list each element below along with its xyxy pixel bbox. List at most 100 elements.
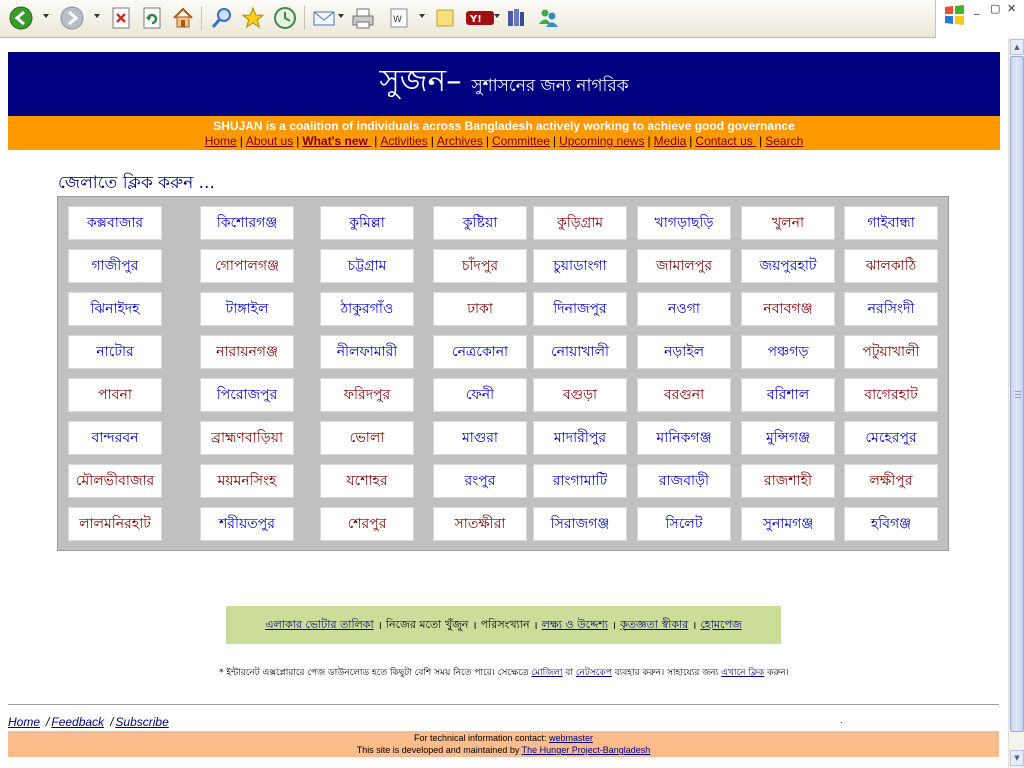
edit-button[interactable]: W — [386, 5, 412, 31]
nav-link-upcoming-news[interactable]: Upcoming news — [559, 134, 644, 148]
district-link[interactable]: বান্দরবন — [68, 421, 162, 455]
district-link[interactable]: চুয়াডাংগা — [533, 249, 627, 283]
district-link[interactable]: রাংগামাটি — [533, 464, 627, 498]
district-link[interactable]: নাটোর — [68, 335, 162, 369]
home-button[interactable] — [170, 5, 196, 31]
district-link[interactable]: শেরপুর — [320, 507, 414, 541]
district-link[interactable]: চট্টগ্রাম — [320, 249, 414, 283]
district-link[interactable]: বরগুনা — [637, 378, 731, 412]
bottom-link-subscribe[interactable]: Subscribe — [115, 715, 168, 729]
edit-dropdown-icon[interactable] — [419, 14, 425, 18]
footer-link-5[interactable]: হোমপেজ — [700, 616, 741, 635]
notes-button[interactable] — [432, 5, 458, 31]
district-link[interactable]: মুন্সিগঞ্জ — [741, 421, 835, 455]
district-link[interactable]: জয়পুরহাট — [741, 249, 835, 283]
district-link[interactable]: দিনাজপুর — [533, 292, 627, 326]
back-dropdown-icon[interactable] — [43, 14, 49, 18]
bottom-link-home[interactable]: Home — [8, 715, 40, 729]
print-button[interactable] — [350, 5, 376, 31]
district-link[interactable]: যশোহর — [320, 464, 414, 498]
district-link[interactable]: লক্ষীপুর — [844, 464, 938, 498]
mail-button[interactable] — [311, 5, 337, 31]
nav-link-media[interactable]: Media — [654, 134, 687, 148]
district-link[interactable]: পঞ্চগড় — [741, 335, 835, 369]
district-link[interactable]: গাইবান্ধা — [844, 206, 938, 240]
nav-link-what-s-new[interactable]: What's new — [302, 134, 371, 148]
district-link[interactable]: পাবনা — [68, 378, 162, 412]
footer-link-3[interactable]: লক্ষ্য ও উদ্দেশ্য — [542, 616, 608, 635]
district-link[interactable]: নোয়াখালী — [533, 335, 627, 369]
yahoo-dropdown-icon[interactable] — [494, 14, 500, 18]
district-link[interactable]: গোপালগঞ্জ — [200, 249, 294, 283]
district-link[interactable]: গাজীপুর — [68, 249, 162, 283]
bottom-link-feedback[interactable]: Feedback — [51, 715, 104, 729]
district-link[interactable]: টাঙ্গাইল — [200, 292, 294, 326]
district-link[interactable]: সাতক্ষীরা — [433, 507, 527, 541]
back-button[interactable] — [8, 5, 34, 31]
close-window-icon[interactable]: ✕ — [1007, 2, 1016, 15]
district-link[interactable]: হবিগঞ্জ — [844, 507, 938, 541]
minimize-window-icon[interactable]: _ — [974, 2, 980, 15]
district-link[interactable]: ঢাকা — [433, 292, 527, 326]
district-link[interactable]: মানিকগঞ্জ — [637, 421, 731, 455]
district-link[interactable]: বগুড়া — [533, 378, 627, 412]
district-link[interactable]: নীলফামারী — [320, 335, 414, 369]
district-link[interactable]: খুলনা — [741, 206, 835, 240]
district-link[interactable]: মাদারীপুর — [533, 421, 627, 455]
search-button[interactable] — [209, 5, 235, 31]
district-link[interactable]: ফরিদপুর — [320, 378, 414, 412]
district-link[interactable]: লালমনিরহাট — [68, 507, 162, 541]
district-link[interactable]: ফেনী — [433, 378, 527, 412]
yahoo-button[interactable]: Y! — [465, 5, 495, 31]
scroll-up-icon[interactable]: ▲ — [1010, 39, 1024, 55]
footer-link-4[interactable]: কৃতজ্ঞতা স্বীকার — [620, 616, 688, 635]
vertical-scrollbar[interactable]: ▲ ▼ — [1008, 38, 1024, 768]
district-link[interactable]: রংপুর — [433, 464, 527, 498]
restore-window-icon[interactable]: ▢ — [990, 2, 1000, 15]
district-link[interactable]: বাগেরহাট — [844, 378, 938, 412]
district-link[interactable]: শরীয়তপুর — [200, 507, 294, 541]
district-link[interactable]: মেহেরপুর — [844, 421, 938, 455]
nav-link-activities[interactable]: Activities — [380, 134, 427, 148]
district-link[interactable]: রাজশাহী — [741, 464, 835, 498]
district-link[interactable]: নারায়নগঞ্জ — [200, 335, 294, 369]
district-link[interactable]: মৌলভীবাজার — [68, 464, 162, 498]
district-link[interactable]: কুড়িগ্রাম — [533, 206, 627, 240]
nav-link-home[interactable]: Home — [205, 134, 237, 148]
district-link[interactable]: জামালপুর — [637, 249, 731, 283]
district-link[interactable]: সিরাজগঞ্জ — [533, 507, 627, 541]
mail-dropdown-icon[interactable] — [338, 14, 344, 18]
history-button[interactable] — [272, 5, 298, 31]
district-link[interactable]: কিশোরগঞ্জ — [200, 206, 294, 240]
help-link[interactable]: এখানে ক্লিক — [721, 668, 764, 678]
district-link[interactable]: কুমিল্লা — [320, 206, 414, 240]
favorites-button[interactable] — [240, 5, 266, 31]
district-link[interactable]: ঝিনাইদহ — [68, 292, 162, 326]
nav-link-contact-us[interactable]: Contact us — [695, 134, 756, 148]
district-link[interactable]: ব্রাহ্মণবাড়িয়া — [200, 421, 294, 455]
district-link[interactable]: কুষ্টিয়া — [433, 206, 527, 240]
stop-button[interactable] — [108, 5, 134, 31]
district-link[interactable]: ঝালকাঠি — [844, 249, 938, 283]
webmaster-link[interactable]: webmaster — [549, 733, 593, 743]
footer-link-0[interactable]: এলাকার ভোটার তালিকা — [265, 616, 373, 635]
nav-link-committee[interactable]: Committee — [492, 134, 550, 148]
research-button[interactable] — [503, 5, 529, 31]
scroll-down-icon[interactable]: ▼ — [1010, 750, 1024, 766]
messenger-button[interactable] — [535, 5, 561, 31]
netscape-link[interactable]: নেটসকেপ — [576, 668, 612, 678]
scrollbar-thumb[interactable] — [1010, 56, 1024, 732]
district-link[interactable]: নেত্রকোনা — [433, 335, 527, 369]
district-link[interactable]: চাঁদপুর — [433, 249, 527, 283]
district-link[interactable]: ভোলা — [320, 421, 414, 455]
district-link[interactable]: রাজবাড়ী — [637, 464, 731, 498]
hunger-project-link[interactable]: The Hunger Project-Bangladesh — [522, 745, 651, 755]
district-link[interactable]: খাগড়াছড়ি — [637, 206, 731, 240]
district-link[interactable]: ঠাকুরগাঁও — [320, 292, 414, 326]
district-link[interactable]: নওগা — [637, 292, 731, 326]
nav-link-archives[interactable]: Archives — [437, 134, 483, 148]
district-link[interactable]: ময়মনসিংহ — [200, 464, 294, 498]
forward-button[interactable] — [59, 5, 85, 31]
district-link[interactable]: কক্সবাজার — [68, 206, 162, 240]
nav-link-about-us[interactable]: About us — [246, 134, 293, 148]
